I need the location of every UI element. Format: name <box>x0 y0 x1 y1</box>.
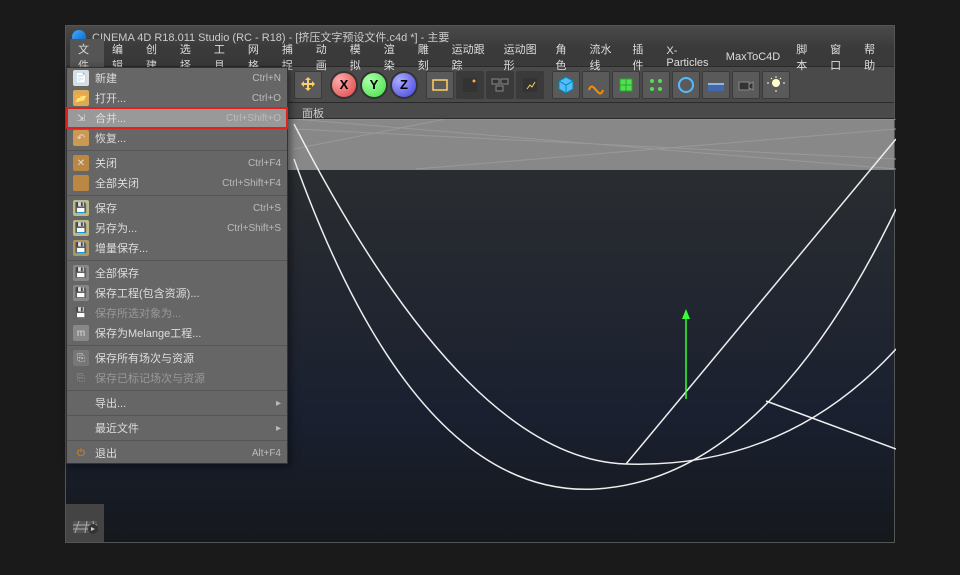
menu-script[interactable]: 脚本 <box>788 39 822 75</box>
menu-item-open[interactable]: 📂打开...Ctrl+O <box>67 88 287 108</box>
menu-pipe[interactable]: 流水线 <box>581 39 624 75</box>
menu-motrack[interactable]: 运动跟踪 <box>444 39 496 75</box>
file-dropdown: 📄新建Ctrl+N 📂打开...Ctrl+O ⇲合并...Ctrl+Shift+… <box>66 67 288 464</box>
light-button[interactable] <box>762 71 790 99</box>
menu-item-save-all[interactable]: 💾全部保存 <box>67 263 287 283</box>
menu-render[interactable]: 渲染 <box>376 39 410 75</box>
menubar: 文件 编辑 创建 选择 工具 网格 捕捉 动画 模拟 渲染 雕刻 运动跟踪 运动… <box>66 48 894 67</box>
menu-item-export[interactable]: 导出...▸ <box>67 393 287 413</box>
menu-item-revert[interactable]: ↶恢复... <box>67 128 287 148</box>
grid-icon <box>71 509 99 537</box>
menu-help[interactable]: 帮助 <box>856 39 890 75</box>
menu-item-save-inc[interactable]: 💾增量保存... <box>67 238 287 258</box>
menu-anim[interactable]: 动画 <box>308 39 342 75</box>
menu-window[interactable]: 窗口 <box>822 39 856 75</box>
menu-item-quit[interactable]: ⏻退出Alt+F4 <box>67 443 287 463</box>
menu-sim[interactable]: 模拟 <box>342 39 376 75</box>
menu-plugins[interactable]: 插件 <box>624 39 658 75</box>
menu-mograph[interactable]: 运动图形 <box>496 39 548 75</box>
camera-button[interactable] <box>732 71 760 99</box>
menu-item-recent[interactable]: 最近文件▸ <box>67 418 287 438</box>
deformer-button[interactable] <box>672 71 700 99</box>
floor-button[interactable] <box>702 71 730 99</box>
menu-item-save-mel[interactable]: m保存为Melange工程... <box>67 323 287 343</box>
menu-sculpt[interactable]: 雕刻 <box>410 39 444 75</box>
menu-item-close[interactable]: ✕关闭Ctrl+F4 <box>67 153 287 173</box>
menu-item-close-all[interactable]: 全部关闭Ctrl+Shift+F4 <box>67 173 287 193</box>
menu-item-save[interactable]: 💾保存Ctrl+S <box>67 198 287 218</box>
menu-item-merge[interactable]: ⇲合并...Ctrl+Shift+O <box>67 108 287 128</box>
menu-item-save-as[interactable]: 💾另存为...Ctrl+Shift+S <box>67 218 287 238</box>
menu-item-save-marked[interactable]: ⎘保存已标记场次与资源 <box>67 368 287 388</box>
menu-item-new[interactable]: 📄新建Ctrl+N <box>67 68 287 88</box>
menu-char[interactable]: 角色 <box>548 39 582 75</box>
menu-item-save-sel[interactable]: 💾保存所选对象为... <box>67 303 287 323</box>
menu-mtc4d[interactable]: MaxToC4D <box>718 49 788 65</box>
menu-item-save-proj[interactable]: 💾保存工程(包含资源)... <box>67 283 287 303</box>
menu-item-save-takes[interactable]: ⎘保存所有场次与资源 <box>67 348 287 368</box>
corner-widget[interactable] <box>66 504 104 542</box>
axis-arrow-icon <box>682 309 690 399</box>
menu-xp[interactable]: X-Particles <box>658 43 717 71</box>
